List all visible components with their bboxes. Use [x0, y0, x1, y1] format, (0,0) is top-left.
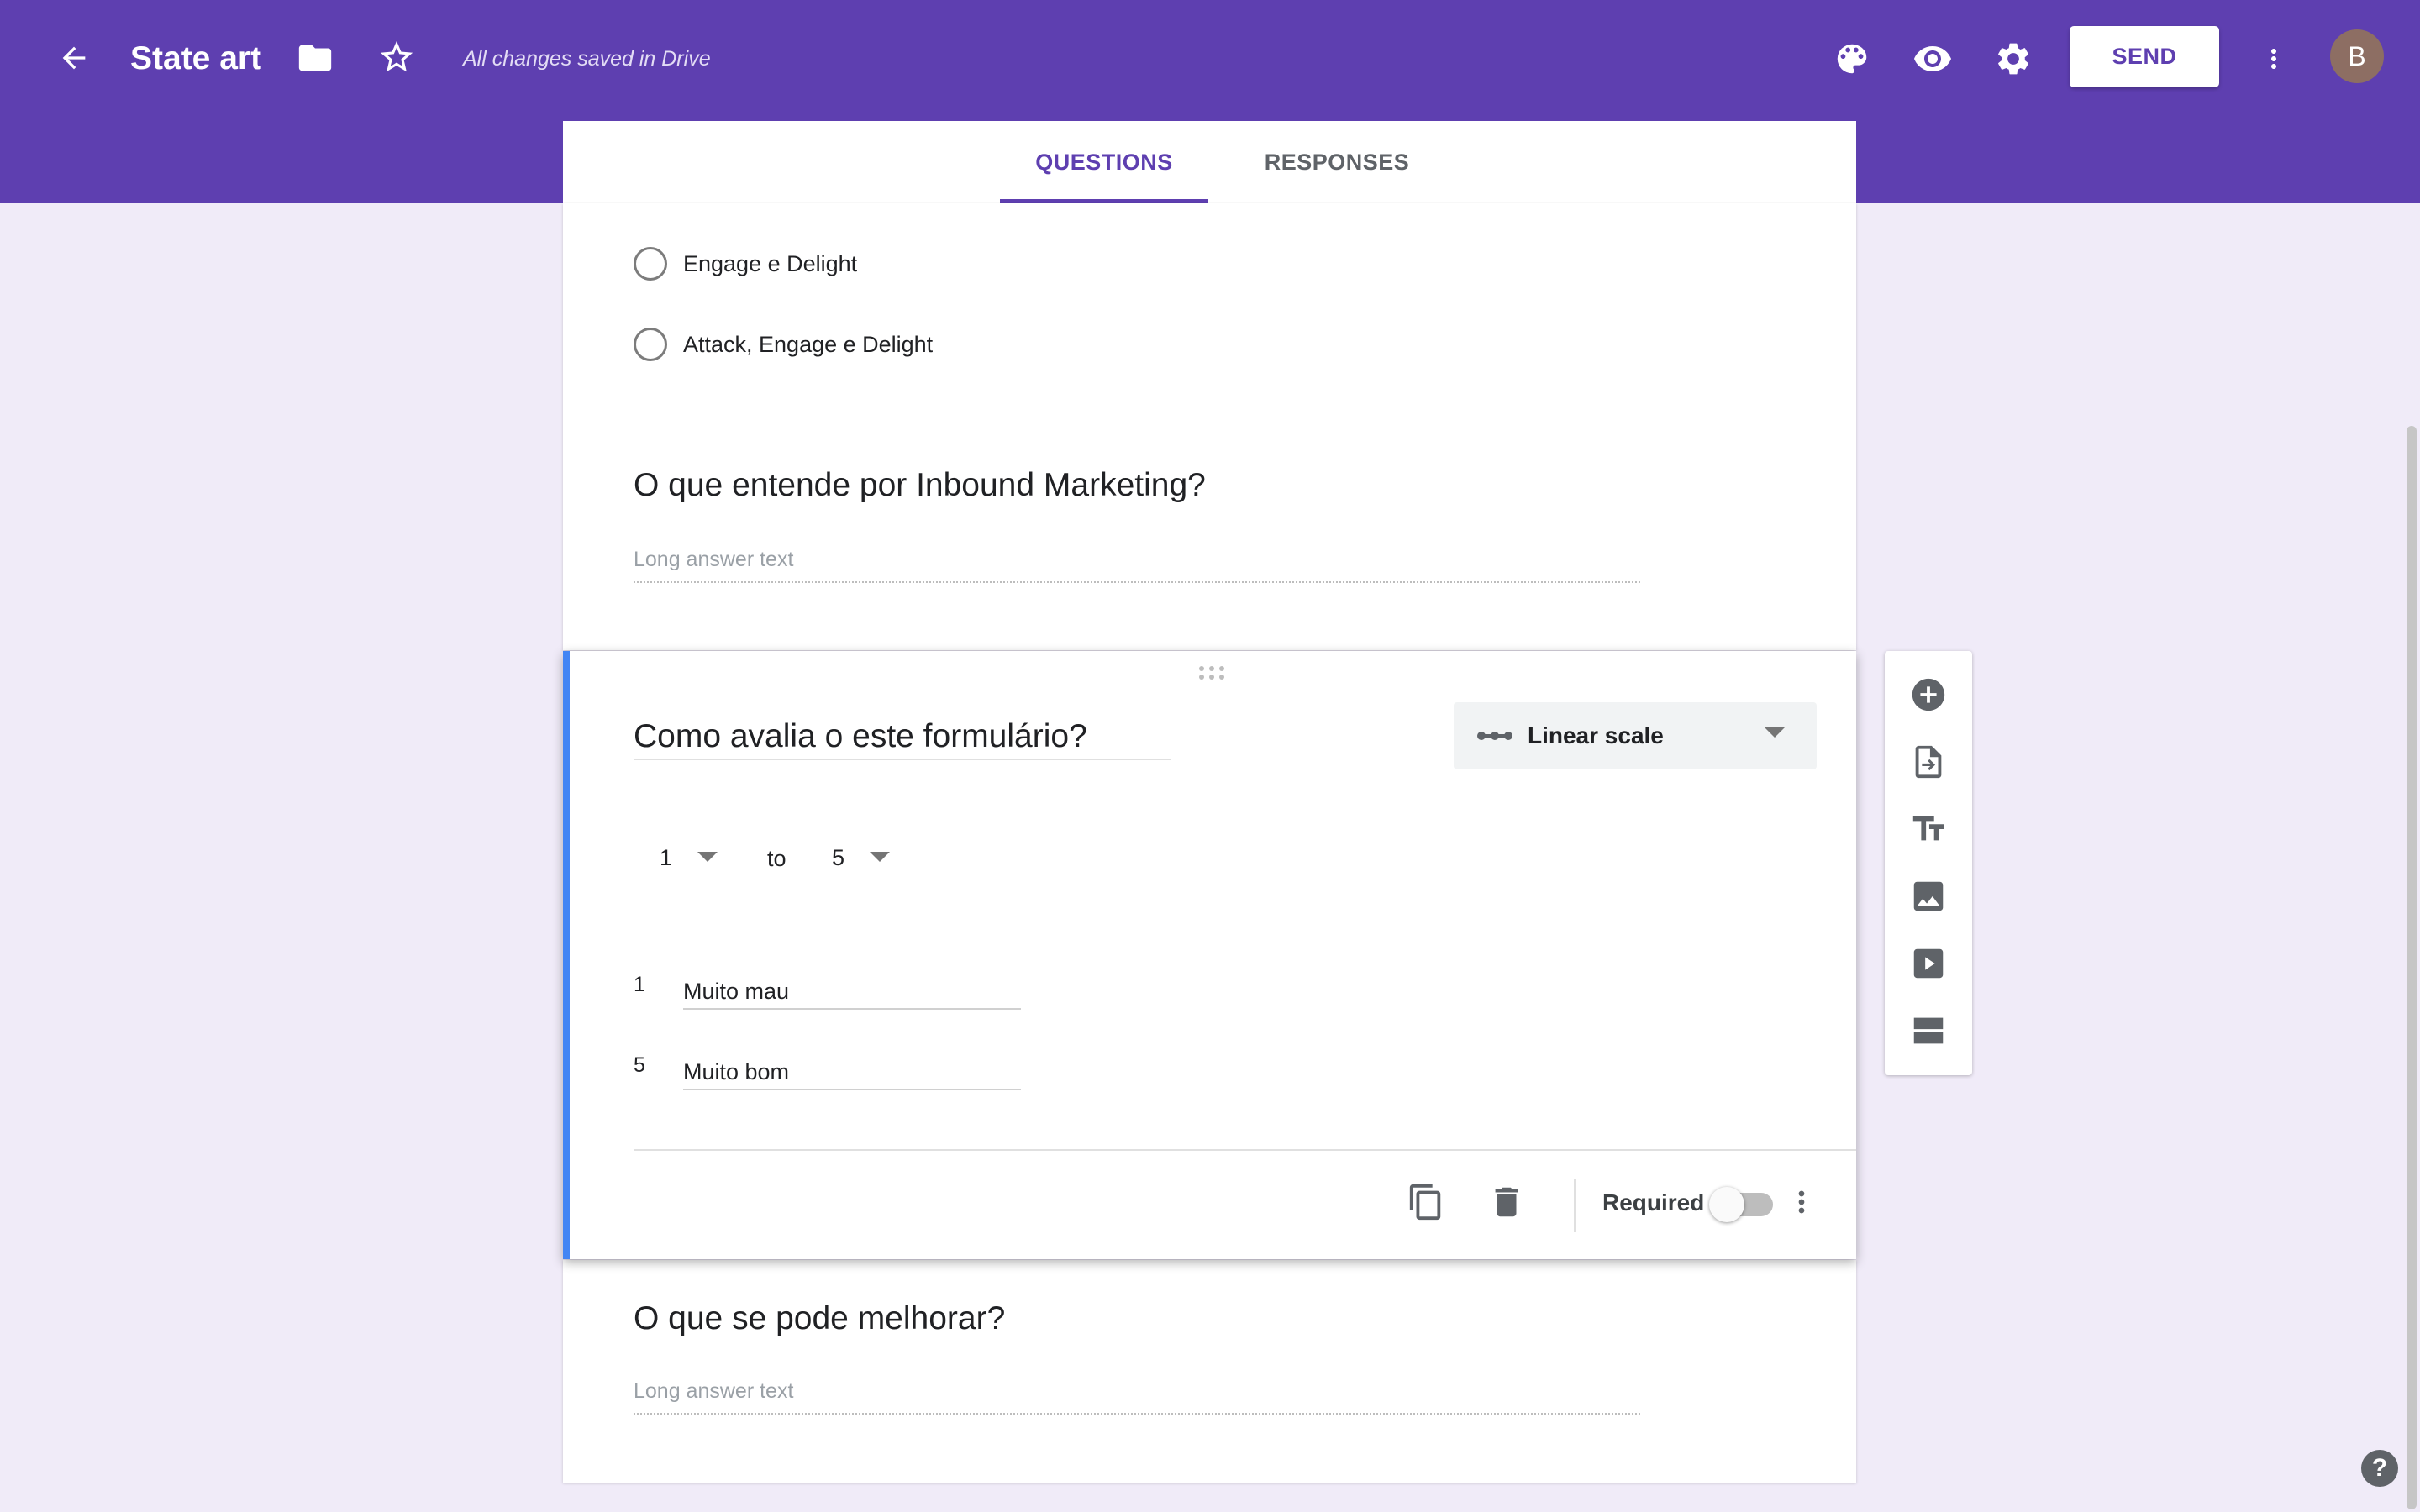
option-label: Attack, Engage e Delight [683, 331, 934, 357]
form-title[interactable]: State art [130, 37, 261, 81]
star-icon[interactable] [376, 35, 418, 79]
more-vert-icon[interactable] [2259, 35, 2289, 82]
chevron-down-icon [1765, 727, 1785, 739]
long-answer-placeholder: Long answer text [634, 548, 1640, 583]
scale-max-select[interactable]: 5 [832, 837, 891, 878]
question-card-melhorar[interactable]: O que se pode melhorar? Long answer text [563, 1260, 1856, 1483]
tab-questions[interactable]: QUESTIONS [1000, 121, 1208, 203]
avatar[interactable]: B [2330, 29, 2384, 83]
trash-icon[interactable] [1483, 1179, 1530, 1226]
tab-responses[interactable]: RESPONSES [1227, 121, 1447, 203]
radio-button[interactable] [634, 328, 667, 361]
scale-label-input[interactable]: Muito bom [683, 1043, 1021, 1090]
add-question-icon[interactable] [1903, 669, 1954, 720]
back-arrow-icon[interactable] [49, 37, 99, 79]
folder-icon[interactable] [294, 37, 336, 79]
question-type-dropdown[interactable]: Linear scale [1454, 702, 1817, 769]
image-icon[interactable] [1903, 871, 1954, 921]
scrollbar-thumb[interactable] [2407, 426, 2417, 1509]
header-toolbar: State art All changes saved in Drive SEN… [0, 0, 2420, 116]
required-label: Required [1602, 1189, 1705, 1215]
chevron-down-icon [870, 852, 891, 864]
gear-icon[interactable] [1990, 35, 2037, 82]
scale-label-number: 5 [634, 1053, 645, 1077]
card-footer-divider [634, 1149, 1856, 1151]
choice-option[interactable]: Engage e Delight [634, 244, 857, 283]
eye-icon[interactable] [1909, 35, 1956, 82]
scale-min-value: 1 [660, 844, 673, 870]
title-text-icon[interactable] [1903, 804, 1954, 854]
question-card-linear-scale[interactable]: Como avalia o este formulário? Linear sc… [563, 651, 1856, 1259]
choice-option[interactable]: Attack, Engage e Delight [634, 325, 933, 364]
question-title[interactable]: O que entende por Inbound Marketing? [634, 467, 1206, 504]
question-card-inbound[interactable]: Engage e Delight Attack, Engage e Deligh… [563, 203, 1856, 650]
page-scrollbar[interactable] [2405, 203, 2420, 1512]
add-item-toolbar [1885, 651, 1972, 1075]
form-tabs: QUESTIONS RESPONSES [563, 121, 1856, 203]
long-answer-placeholder: Long answer text [634, 1379, 1640, 1415]
required-toggle[interactable] [1709, 1185, 1776, 1224]
help-icon[interactable]: ? [2361, 1450, 2398, 1487]
palette-icon[interactable] [1828, 35, 1876, 82]
toggle-thumb [1709, 1187, 1744, 1222]
scale-max-value: 5 [832, 844, 845, 870]
question-type-label: Linear scale [1528, 722, 1664, 748]
linear-scale-icon [1477, 727, 1512, 744]
duplicate-icon[interactable] [1402, 1179, 1449, 1226]
send-button[interactable]: SEND [2070, 26, 2219, 87]
question-title[interactable]: O que se pode melhorar? [634, 1300, 1005, 1337]
footer-separator [1574, 1179, 1576, 1232]
chevron-down-icon [697, 852, 718, 864]
import-questions-icon[interactable] [1903, 737, 1954, 787]
section-icon[interactable] [1903, 1005, 1954, 1056]
option-label: Engage e Delight [683, 250, 858, 276]
question-title-input[interactable]: Como avalia o este formulário? [634, 718, 1171, 760]
scale-label-number: 1 [634, 973, 645, 996]
active-indicator [563, 651, 570, 1259]
save-status: All changes saved in Drive [463, 47, 711, 71]
scale-min-select[interactable]: 1 [660, 837, 718, 878]
scale-to-label: to [767, 846, 786, 871]
radio-button[interactable] [634, 247, 667, 281]
video-icon[interactable] [1903, 938, 1954, 989]
scale-label-input[interactable]: Muito mau [683, 963, 1021, 1010]
more-vert-icon[interactable] [1778, 1179, 1825, 1226]
drag-handle-icon[interactable] [1195, 664, 1228, 681]
